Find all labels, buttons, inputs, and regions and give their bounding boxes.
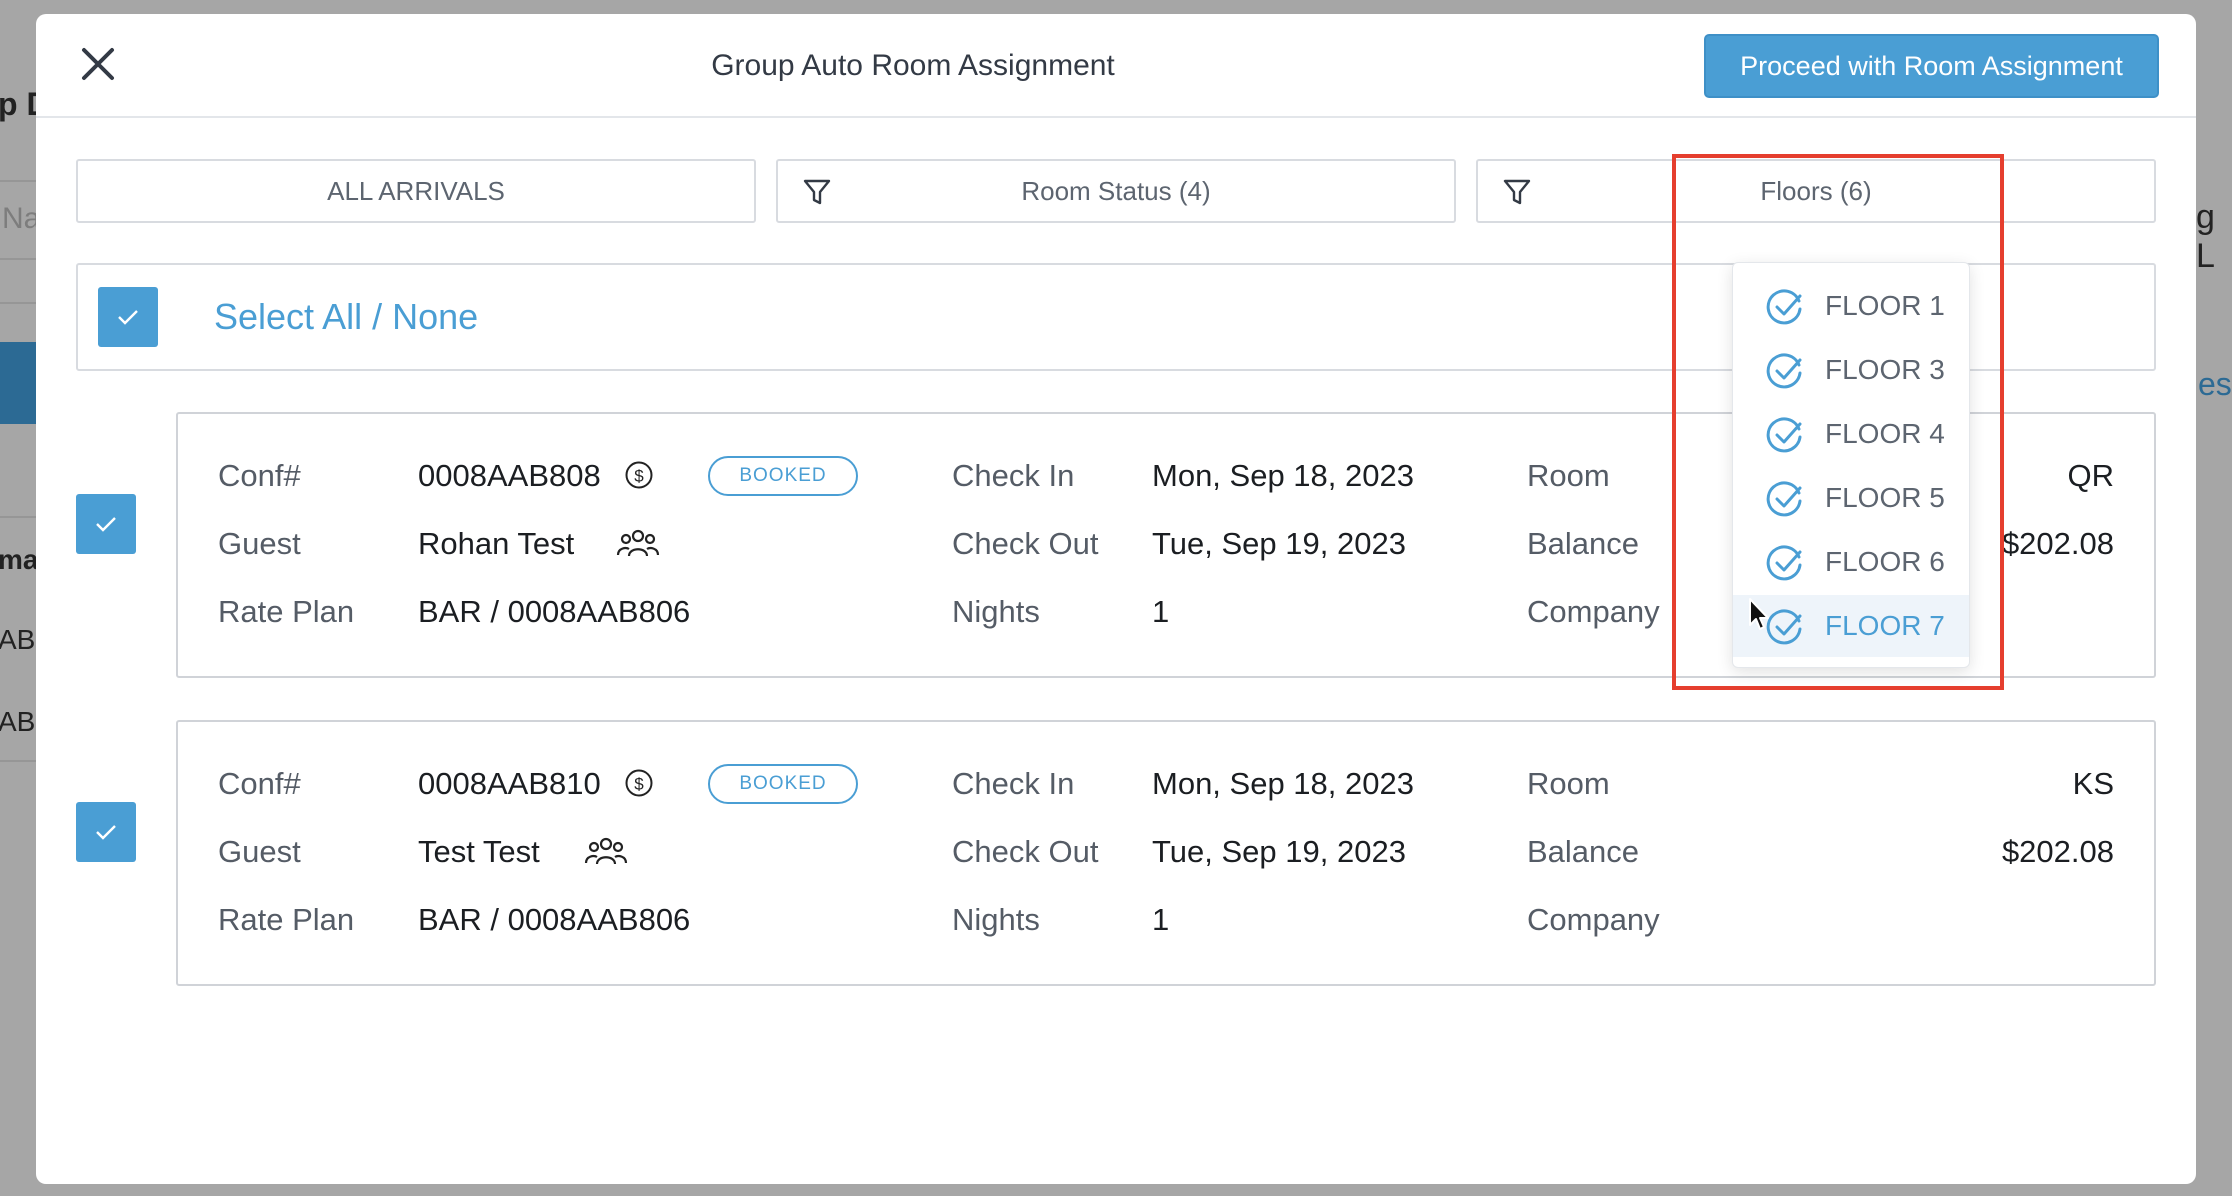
balance-value: $202.08 xyxy=(2001,526,2114,561)
rate-plan-value: BAR / 0008AAB806 xyxy=(418,902,691,937)
group-icon xyxy=(584,837,628,865)
bg-divider xyxy=(0,516,36,518)
bg-divider xyxy=(0,302,36,304)
room-value: QR xyxy=(2067,458,2115,493)
floor-option[interactable]: FLOOR 6 xyxy=(1733,531,1969,593)
check-out-label: Check Out xyxy=(952,834,1099,869)
bg-fragment: esc xyxy=(2198,366,2232,402)
check-circle-icon xyxy=(1766,609,1802,645)
group-icon xyxy=(616,529,660,557)
floor-option-label: FLOOR 5 xyxy=(1825,482,1945,513)
nights-value: 1 xyxy=(1152,902,1170,937)
proceed-with-room-assignment-button[interactable]: Proceed with Room Assignment xyxy=(1704,34,2159,98)
conf-label: Conf# xyxy=(218,458,301,493)
checkmark-icon xyxy=(118,310,138,325)
company-label: Company xyxy=(1527,594,1660,629)
bg-fragment: Na xyxy=(2,202,41,235)
balance-value: $202.08 xyxy=(2001,834,2114,869)
floor-option[interactable]: FLOOR 5 xyxy=(1733,467,1969,529)
nights-value: 1 xyxy=(1152,594,1170,629)
check-circle-icon xyxy=(1766,417,1802,453)
floors-filter[interactable]: Floors (6) xyxy=(1476,159,2156,223)
funnel-icon xyxy=(803,179,831,205)
floor-option[interactable]: FLOOR 4 xyxy=(1733,403,1969,465)
dollar-icon: $ xyxy=(625,769,653,797)
floor-option-label: FLOOR 4 xyxy=(1825,418,1945,449)
funnel-icon xyxy=(1503,179,1531,205)
bg-fragment: AB xyxy=(0,624,36,655)
status-badge: BOOKED xyxy=(708,764,858,804)
check-out-label: Check Out xyxy=(952,526,1099,561)
modal-title: Group Auto Room Assignment xyxy=(711,49,1115,82)
balance-label: Balance xyxy=(1527,526,1640,561)
all-arrivals-label: ALL ARRIVALS xyxy=(327,176,505,206)
check-in-label: Check In xyxy=(952,458,1075,493)
select-all-none-link[interactable]: Select All / None xyxy=(214,265,478,369)
floor-option-label: FLOOR 6 xyxy=(1825,546,1945,577)
check-circle-icon xyxy=(1766,353,1802,389)
status-badge: BOOKED xyxy=(708,456,858,496)
select-all-checkbox[interactable] xyxy=(98,287,158,347)
check-in-value: Mon, Sep 18, 2023 xyxy=(1152,766,1414,801)
bg-divider xyxy=(0,760,36,762)
room-value: KS xyxy=(2072,766,2114,801)
floor-option-label: FLOOR 3 xyxy=(1825,354,1945,385)
reservation-card[interactable]: Conf# 0008AAB810 $ BOOKED Guest Test Tes… xyxy=(176,720,2156,986)
rate-plan-label: Rate Plan xyxy=(218,594,355,629)
conf-number: 0008AAB810 xyxy=(418,766,601,801)
all-arrivals-filter[interactable]: ALL ARRIVALS xyxy=(76,159,756,223)
bg-divider xyxy=(0,258,36,260)
floor-option-label: FLOOR 1 xyxy=(1825,290,1945,321)
guest-name: Rohan Test xyxy=(418,526,575,561)
check-out-value: Tue, Sep 19, 2023 xyxy=(1152,526,1406,561)
floor-option-label: FLOOR 7 xyxy=(1825,610,1945,641)
modal-header: Group Auto Room Assignment Proceed with … xyxy=(36,14,2196,118)
checkmark-icon xyxy=(96,825,116,840)
bg-tab xyxy=(0,342,36,424)
rate-plan-label: Rate Plan xyxy=(218,902,355,937)
floors-label: Floors (6) xyxy=(1760,176,1872,206)
floors-dropdown: FLOOR 1 FLOOR 3 FLOOR 4 FLOOR 5 FLOOR 6 … xyxy=(1732,262,1970,668)
svg-text:$: $ xyxy=(634,467,644,486)
guest-label: Guest xyxy=(218,834,301,869)
checkmark-icon xyxy=(96,517,116,532)
conf-label: Conf# xyxy=(218,766,301,801)
guest-label: Guest xyxy=(218,526,301,561)
balance-label: Balance xyxy=(1527,834,1640,869)
reservation-checkbox[interactable] xyxy=(76,494,136,554)
check-in-label: Check In xyxy=(952,766,1075,801)
svg-text:$: $ xyxy=(634,775,644,794)
rate-plan-value: BAR / 0008AAB806 xyxy=(418,594,691,629)
bg-divider xyxy=(0,180,36,182)
room-label: Room xyxy=(1527,458,1610,493)
check-circle-icon xyxy=(1766,289,1802,325)
floor-option[interactable]: FLOOR 7 xyxy=(1733,595,1969,657)
conf-number: 0008AAB808 xyxy=(418,458,601,493)
room-status-label: Room Status (4) xyxy=(1021,176,1211,206)
floor-option[interactable]: FLOOR 3 xyxy=(1733,339,1969,401)
check-circle-icon xyxy=(1766,545,1802,581)
room-label: Room xyxy=(1527,766,1610,801)
nights-label: Nights xyxy=(952,594,1040,629)
company-label: Company xyxy=(1527,902,1660,937)
bg-fragment: ma xyxy=(0,544,39,575)
bg-fragment: AB xyxy=(0,706,36,737)
dollar-icon: $ xyxy=(625,461,653,489)
check-circle-icon xyxy=(1766,481,1802,517)
check-out-value: Tue, Sep 19, 2023 xyxy=(1152,834,1406,869)
room-assignment-modal: Group Auto Room Assignment Proceed with … xyxy=(36,14,2196,1184)
guest-name: Test Test xyxy=(418,834,540,869)
floor-option[interactable]: FLOOR 1 xyxy=(1733,275,1969,337)
nights-label: Nights xyxy=(952,902,1040,937)
reservation-checkbox[interactable] xyxy=(76,802,136,862)
check-in-value: Mon, Sep 18, 2023 xyxy=(1152,458,1414,493)
room-status-filter[interactable]: Room Status (4) xyxy=(776,159,1456,223)
bg-fragment: g L xyxy=(2196,198,2215,275)
